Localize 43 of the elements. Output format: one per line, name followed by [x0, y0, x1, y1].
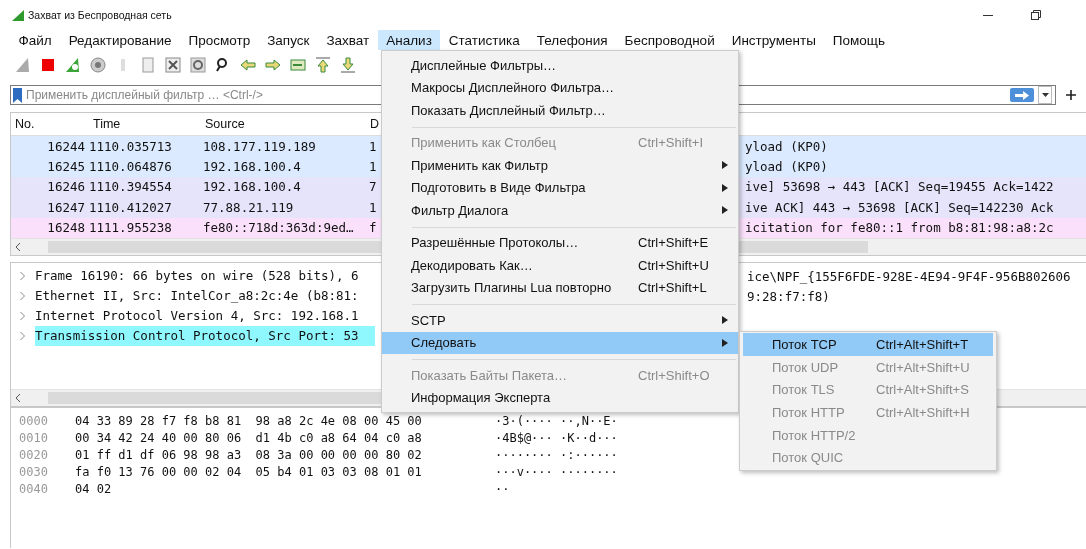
hex-bytes: 01 ff d1 df 06 98 98 a3 08 3a 00 00 00 00 80 02 — [74, 447, 423, 462]
table-cell-text: 1110.064876 — [88, 159, 173, 175]
table-cell-text: ive ACK] 443 → 53698 [ACK] Seq=142230 Ack — [745, 199, 1055, 215]
byte-offset: 0030 — [18, 464, 49, 479]
table-cell-text: fe80::718d:363d:9ed… — [202, 220, 355, 236]
table-cell-text: 16247 — [46, 199, 85, 215]
hex-bytes: fa f0 13 76 00 00 02 04 05 b4 01 03 03 08 01 01 — [74, 464, 423, 479]
ascii-bytes: ·4B$@··· ·K··d··· — [495, 430, 618, 445]
table-cell-text: yload (KP0) — [745, 138, 829, 154]
table-cell-text: f — [369, 220, 378, 236]
table-cell-text: 1110.412027 — [88, 199, 173, 215]
table-cell-text: 1 — [369, 138, 378, 154]
table-cell-text: 16246 — [46, 179, 85, 195]
byte-offset: 0040 — [18, 481, 49, 496]
ascii-bytes: ·· — [495, 481, 510, 496]
table-cell-text: 77.88.21.119 — [202, 199, 295, 215]
hex-bytes: 04 02 — [74, 481, 113, 496]
table-cell-text: 16248 — [46, 220, 85, 236]
table-cell-text: icitation for fe80::1 from b8:81:98:a8:2c — [745, 220, 1055, 236]
table-cell-text: 1110.035713 — [88, 138, 173, 154]
table-cell-text: 192.168.100.4 — [202, 159, 302, 175]
table-cell-text: 1 — [369, 199, 378, 215]
ascii-bytes: ·3·(···· ··,N··E· — [495, 413, 618, 428]
byte-offset: 0010 — [18, 430, 49, 445]
ascii-bytes: ···v···· ········ — [495, 464, 618, 479]
ascii-bytes: ········ ·:······ — [495, 447, 618, 462]
table-cell-text: 108.177.119.189 — [202, 138, 317, 154]
table-cell-text: 192.168.100.4 — [202, 179, 302, 195]
window-title: Захват из Беспроводная сеть — [28, 9, 173, 21]
table-cell-text: 1111.955238 — [88, 220, 173, 236]
detail-line-continuation: 9:28:f7:f8) — [747, 288, 830, 304]
table-cell-text: 16245 — [46, 159, 85, 175]
byte-offset: 0020 — [18, 447, 49, 462]
table-cell-text: 16244 — [46, 138, 85, 154]
byte-offset: 0000 — [18, 413, 49, 428]
table-cell-text: ive] 53698 → 443 [ACK] Seq=19455 Ack=1422 — [745, 179, 1055, 195]
hex-bytes: 04 33 89 28 f7 f8 b8 81 98 a8 2c 4e 08 00 45 00 — [74, 413, 423, 428]
table-cell-text: yload (KP0) — [745, 159, 829, 175]
table-cell-text: 7 — [369, 179, 378, 195]
hex-bytes: 00 34 42 24 40 00 80 06 d1 4b c0 a8 64 04 c0 a8 — [74, 430, 423, 445]
table-cell-text: 1 — [369, 159, 378, 175]
detail-line-continuation: ice\NPF_{155F6FDE-928E-4E94-9F4F-956B802606 — [747, 268, 1071, 284]
table-cell-text: 1110.394554 — [88, 179, 173, 195]
